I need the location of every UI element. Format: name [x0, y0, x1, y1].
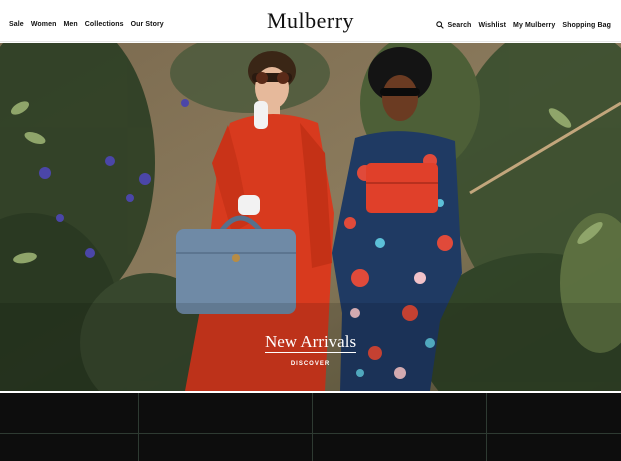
blue-handbag	[176, 215, 296, 314]
next-section-preview	[0, 391, 621, 461]
hero-banner[interactable]: New Arrivals DISCOVER	[0, 43, 621, 391]
wishlist-link[interactable]: Wishlist	[478, 22, 506, 29]
search-label: Search	[447, 21, 472, 29]
search-button[interactable]: Search	[436, 21, 471, 29]
utility-nav: Search Wishlist My Mulberry Shopping Bag	[436, 21, 611, 29]
tile-grout-vertical	[486, 393, 487, 461]
tile-grout-vertical	[138, 393, 139, 461]
tile-grout-vertical	[312, 393, 313, 461]
shopping-bag-link[interactable]: Shopping Bag	[562, 22, 611, 29]
discover-button[interactable]: DISCOVER	[0, 361, 621, 367]
search-icon	[436, 21, 445, 29]
my-account-link[interactable]: My Mulberry	[513, 22, 555, 29]
hero-headline-text: New Arrivals	[264, 332, 357, 353]
tile-grout-horizontal	[0, 433, 621, 434]
hero-headline[interactable]: New Arrivals	[0, 332, 621, 353]
site-header: Sale Women Men Collections Our Story Mul…	[0, 0, 621, 42]
